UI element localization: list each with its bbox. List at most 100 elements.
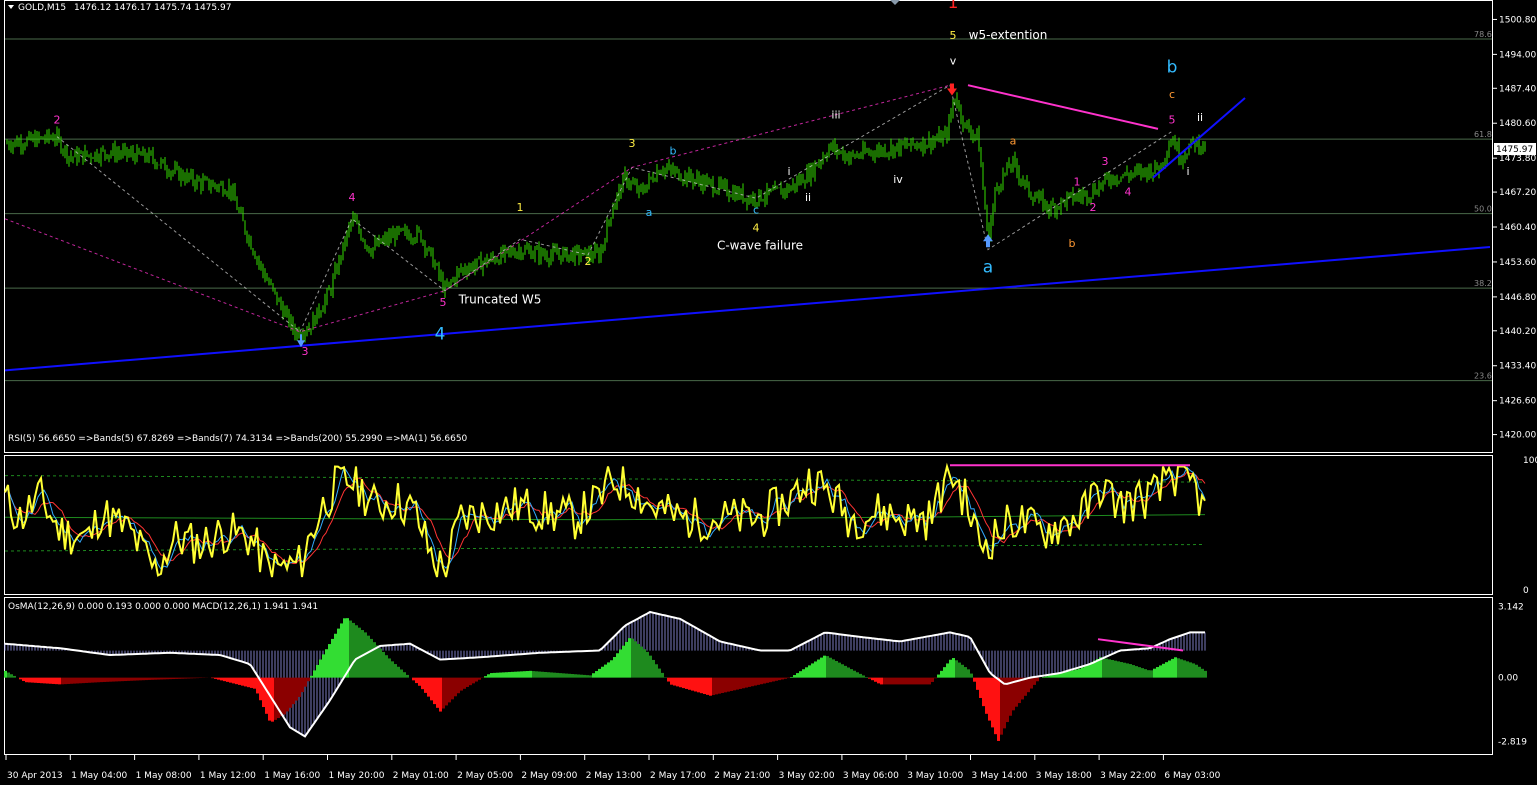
osma-bar xyxy=(142,677,145,681)
osma-bar xyxy=(541,671,544,678)
osma-bar xyxy=(145,677,148,681)
osma-bar xyxy=(490,673,493,678)
osma-bar xyxy=(1138,667,1141,678)
wave-label: iv xyxy=(893,173,903,186)
osma-bar xyxy=(631,638,634,678)
wave-label: v xyxy=(950,55,957,68)
osma-bar xyxy=(379,648,382,678)
rsi-title: RSI(5) 56.6650 =>Bands(5) 67.8269 =>Band… xyxy=(8,434,468,444)
osma-bar xyxy=(187,677,190,679)
wave-label: iii xyxy=(831,109,840,122)
fib-level-label: 78.6 xyxy=(1474,30,1492,39)
osma-bar xyxy=(172,677,175,680)
osma-bar xyxy=(991,677,994,728)
osma-bar xyxy=(487,674,490,678)
osma-bar xyxy=(511,671,514,678)
osma-bar xyxy=(649,655,652,678)
osma-bar xyxy=(682,677,685,689)
osma-bar xyxy=(313,670,316,678)
osma-bar xyxy=(1120,662,1123,678)
osma-bar xyxy=(688,677,691,690)
osma-bar xyxy=(382,651,385,678)
osma-bar xyxy=(667,677,670,682)
osma-bar xyxy=(406,674,409,678)
osma-bar xyxy=(697,677,700,693)
osma-bar xyxy=(967,669,970,678)
osma-bar xyxy=(304,677,307,687)
window-header: GOLD,M15 1476.12 1476.17 1475.74 1475.97 xyxy=(8,3,231,13)
wave-label: 4 xyxy=(435,325,446,345)
osma-bar xyxy=(79,677,82,684)
osma-bar xyxy=(427,677,430,697)
osma-bar xyxy=(424,677,427,693)
osma-bar xyxy=(658,668,661,678)
osma-bar xyxy=(1042,676,1045,678)
osma-bar xyxy=(130,677,133,681)
osma-bar xyxy=(922,677,925,685)
osma-bar xyxy=(637,643,640,678)
osma-bar xyxy=(568,673,571,678)
osma-bar xyxy=(136,677,139,681)
osma-bar xyxy=(124,677,127,682)
osma-bar xyxy=(1102,657,1105,678)
osma-bar xyxy=(175,677,178,679)
chart-window: 78.661.850.038.223.6 24534Truncated W512… xyxy=(0,0,1537,785)
osma-bar xyxy=(1081,667,1084,678)
wave-label: 1 xyxy=(517,201,524,214)
osma-bar xyxy=(652,659,655,678)
osma-bar xyxy=(7,672,10,678)
osma-bar xyxy=(55,677,58,685)
osma-bar xyxy=(847,667,850,678)
osma-bar xyxy=(538,671,541,678)
osma-bar xyxy=(943,667,946,678)
osma-bar xyxy=(70,677,73,684)
osma-bar xyxy=(919,677,922,685)
osma-bar xyxy=(1144,669,1147,678)
osma-bar xyxy=(673,677,676,686)
osma-bar xyxy=(322,654,325,678)
wave-label: 5 xyxy=(1169,114,1176,127)
wave-label: 5 xyxy=(440,296,447,309)
osma-bar xyxy=(625,641,628,678)
osma-bar xyxy=(1048,675,1051,678)
osma-bar xyxy=(463,677,466,689)
osma-bar xyxy=(475,677,478,682)
osma-bar xyxy=(757,677,760,685)
osma-bar xyxy=(901,677,904,685)
osma-bar xyxy=(850,669,853,678)
osma-bar xyxy=(85,677,88,683)
osma-bar xyxy=(190,677,193,679)
osma-bar xyxy=(457,677,460,694)
time-tick-label: 3 May 06:00 xyxy=(843,771,899,781)
osma-bar xyxy=(1072,670,1075,678)
time-tick-label: 2 May 05:00 xyxy=(457,771,513,781)
fib-level-label: 61.8 xyxy=(1474,130,1492,139)
osma-bar xyxy=(1165,662,1168,678)
price-tick-label: 1453.60 xyxy=(1499,258,1536,268)
price-tick-label: 1433.40 xyxy=(1499,362,1536,372)
osma-bar xyxy=(100,677,103,683)
osma-bar xyxy=(955,660,958,678)
osma-bar xyxy=(1201,668,1204,678)
osma-bar xyxy=(691,677,694,691)
background xyxy=(0,0,1537,785)
price-tick-label: 1420.00 xyxy=(1499,431,1536,441)
osma-bar xyxy=(958,662,961,678)
time-tick-label: 2 May 21:00 xyxy=(714,771,770,781)
osma-bar xyxy=(265,677,268,714)
osma-bar xyxy=(925,677,928,685)
osma-bar xyxy=(952,658,955,678)
osma-bar xyxy=(283,677,286,715)
time-tick-label: 3 May 14:00 xyxy=(972,771,1028,781)
osma-bar xyxy=(454,677,457,697)
osma-bar xyxy=(460,677,463,691)
osma-bar xyxy=(802,669,805,678)
osma-bar xyxy=(562,673,565,678)
osma-bar xyxy=(22,677,25,682)
osma-bar xyxy=(157,677,160,680)
osma-bar xyxy=(1030,677,1033,689)
osma-bar xyxy=(745,677,748,688)
macd-tick-label: -2.819 xyxy=(1498,737,1527,747)
osma-bar xyxy=(889,677,892,685)
time-tick-label: 1 May 20:00 xyxy=(329,771,385,781)
